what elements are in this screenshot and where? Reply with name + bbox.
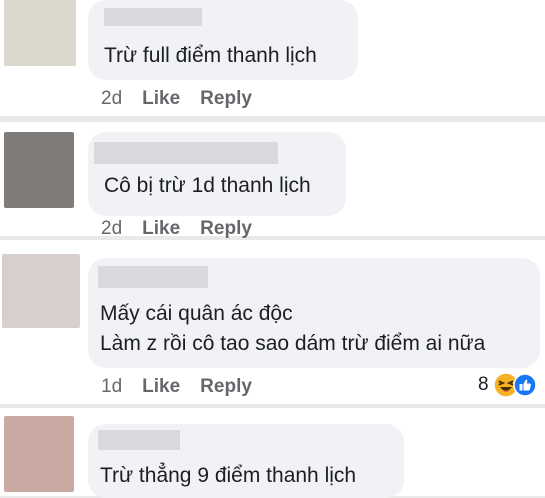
like-icon — [512, 373, 537, 397]
comment-text-line: Làm z rồi cô tao sao dám trừ điểm ai nữa — [100, 332, 486, 355]
comment-card: Trừ thẳng 9 điểm thanh lịch — [0, 408, 545, 498]
comment-time[interactable]: 2d — [101, 218, 122, 239]
comment-time[interactable]: 2d — [101, 88, 122, 109]
avatar[interactable] — [2, 254, 80, 328]
like-button[interactable]: Like — [142, 376, 180, 397]
comment-bubble: Mấy cái quân ác độc Làm z rồi cô tao sao… — [88, 258, 540, 368]
comment-text-line: Mấy cái quân ác độc — [100, 302, 293, 325]
comment-actions: 1d Like Reply — [101, 376, 252, 398]
comment-card: Trừ full điểm thanh lịch 2d Like Reply — [0, 0, 545, 116]
redacted-author-name — [98, 430, 180, 450]
comment-time[interactable]: 1d — [101, 376, 122, 397]
avatar[interactable] — [4, 0, 76, 66]
like-button[interactable]: Like — [142, 218, 180, 239]
comment-actions: 2d Like Reply — [101, 88, 252, 110]
avatar[interactable] — [4, 416, 74, 492]
reply-button[interactable]: Reply — [200, 218, 252, 239]
like-button[interactable]: Like — [142, 88, 180, 109]
comment-card: Cô bị trừ 1d thanh lịch 2d Like Reply — [0, 122, 545, 239]
comment-card: Mấy cái quân ác độc Làm z rồi cô tao sao… — [0, 240, 545, 404]
redacted-author-name — [98, 266, 208, 288]
comment-bubble: Trừ full điểm thanh lịch — [88, 0, 358, 80]
comment-text: Cô bị trừ 1d thanh lịch — [104, 174, 311, 197]
reaction-summary[interactable]: 8 — [478, 372, 537, 398]
comment-bubble: Cô bị trừ 1d thanh lịch — [88, 132, 346, 216]
reaction-count: 8 — [478, 374, 489, 395]
reply-button[interactable]: Reply — [200, 376, 252, 397]
avatar[interactable] — [4, 132, 74, 208]
comment-text: Trừ full điểm thanh lịch — [104, 44, 317, 67]
redacted-author-name — [94, 142, 278, 164]
reply-button[interactable]: Reply — [200, 88, 252, 109]
redacted-author-name — [104, 8, 202, 26]
comment-actions: 2d Like Reply — [101, 218, 252, 240]
comment-bubble: Trừ thẳng 9 điểm thanh lịch — [88, 424, 404, 498]
comment-text: Trừ thẳng 9 điểm thanh lịch — [100, 464, 357, 487]
